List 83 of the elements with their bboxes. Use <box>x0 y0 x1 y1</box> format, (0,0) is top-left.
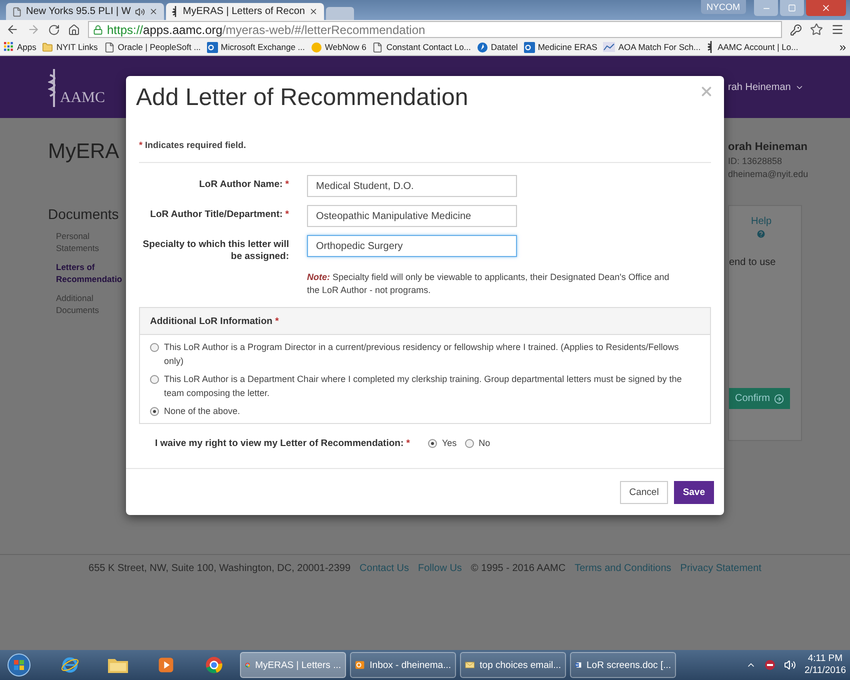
radio-option[interactable]: None of the above. <box>150 404 700 418</box>
key-icon[interactable] <box>790 24 802 36</box>
page-icon <box>104 42 115 52</box>
speaker-icon <box>134 6 145 16</box>
note-text: Note: Specialty field will only be viewable to applicants, their Designated Dean's Office and the LoR Author - not programs. <box>307 271 670 297</box>
radio-button[interactable] <box>150 407 159 416</box>
radio-option[interactable]: Yes <box>428 436 457 450</box>
chart-icon <box>603 42 616 52</box>
bookmark[interactable]: AAMC Account | Lo... <box>706 41 798 53</box>
bookmark[interactable]: WebNow 6 <box>310 42 366 52</box>
radio-button[interactable] <box>150 343 159 352</box>
cancel-button[interactable]: Cancel <box>620 481 668 504</box>
page-icon <box>372 42 384 52</box>
address-bar[interactable]: https://apps.aamc.org/myeras-web/#/letterRecommendation <box>88 21 782 38</box>
radio-option[interactable]: This LoR Author is a Program Director in a current/previous residency or fellowship where I trained. (Applies to Residents/Fellows only) <box>150 340 700 368</box>
page-title: MyERA <box>48 140 120 164</box>
bookmark[interactable]: Medicine ERAS <box>524 42 598 52</box>
apps-grid-icon <box>4 42 14 52</box>
caduceus-icon <box>172 6 179 17</box>
help-icon <box>756 229 766 239</box>
taskbar-window[interactable]: top choices email... <box>460 652 566 678</box>
folder-icon <box>42 42 54 52</box>
tray-status-icon[interactable] <box>764 659 776 671</box>
back-icon[interactable] <box>6 23 19 36</box>
circle-icon <box>310 42 322 52</box>
bookmark[interactable]: Constant Contact Lo... <box>372 42 471 52</box>
user-id: ID: 13628858 <box>728 156 784 166</box>
media-player-icon <box>157 656 175 674</box>
arrow-right-icon <box>774 394 784 404</box>
radio-button[interactable] <box>150 375 159 384</box>
user-email: dheinema@nyit.edu <box>728 169 810 179</box>
reload-icon[interactable] <box>48 24 60 36</box>
clock[interactable]: 4:11 PM 2/11/2016 <box>804 653 846 677</box>
panel-text: end to use <box>729 257 776 268</box>
field-label: LoR Author Name: * <box>198 178 289 192</box>
folder-icon <box>107 656 129 674</box>
browser-tab[interactable]: New Yorks 95.5 PLI | W <box>6 3 164 20</box>
waiver-label: I waive my right to view my Letter of Recommendation: * <box>155 438 410 448</box>
chrome-icon <box>205 656 223 674</box>
radio-option[interactable]: No <box>464 436 490 450</box>
home-icon[interactable] <box>68 24 80 36</box>
bookmark[interactable]: Apps <box>4 42 36 52</box>
browser-tab[interactable]: MyERAS | Letters of Recon <box>166 3 324 20</box>
nav-link[interactable]: Letters of Recommendatio <box>56 261 122 285</box>
close-icon[interactable] <box>308 7 318 16</box>
outlook-icon <box>206 42 218 52</box>
required-note: * Indicates required field. <box>139 140 711 163</box>
section-heading: Documents <box>48 206 120 222</box>
radio-button[interactable] <box>464 439 474 448</box>
user-name: orah Heineman <box>728 141 808 153</box>
volume-icon[interactable] <box>784 659 796 671</box>
bookmarks-overflow[interactable]: » <box>839 40 846 54</box>
bookmark[interactable]: NYIT Links <box>42 42 98 52</box>
save-button[interactable]: Save <box>674 481 714 504</box>
menu-icon[interactable] <box>831 23 844 36</box>
footer-text: 655 K Street, NW, Suite 100, Washington, DC, 20001-2399 <box>88 563 351 576</box>
star-icon[interactable] <box>810 23 823 36</box>
footer-text: © 1995 - 2016 AAMC <box>470 563 566 576</box>
bookmark[interactable]: Microsoft Exchange ... <box>206 42 305 52</box>
panel-title: Additional LoR Information * <box>150 316 279 326</box>
field-label: Specialty to which this letter will be assigned: <box>142 238 289 263</box>
page-icon <box>12 6 22 16</box>
bookmark[interactable]: Oracle | PeopleSoft ... <box>104 42 201 52</box>
radio-option[interactable]: This LoR Author is a Department Chair where I completed my clerkship training. Group departmental letters must be signed by the team composing the letter. <box>150 372 700 400</box>
bookmark[interactable]: AOA Match For Sch... <box>603 42 701 52</box>
radio-button[interactable] <box>428 439 437 448</box>
close-icon <box>821 3 831 13</box>
taskbar-window[interactable]: LoR screens.doc [... <box>570 652 676 678</box>
maximize-icon <box>788 4 796 12</box>
text-field[interactable]: Orthopedic Surgery <box>307 235 517 257</box>
user-menu[interactable]: rah Heineman <box>728 82 804 92</box>
close-button[interactable] <box>806 0 846 16</box>
taskbar-window[interactable]: Inbox - dheinema... <box>350 652 456 678</box>
bookmark[interactable]: Datatel <box>476 42 518 52</box>
lock-icon <box>93 24 103 34</box>
outlook-icon <box>524 42 535 52</box>
text-field[interactable]: Medical Student, D.O. <box>307 175 517 197</box>
field-label: LoR Author Title/Department: * <box>149 208 289 222</box>
ie-browser-icon <box>61 656 79 674</box>
close-icon[interactable] <box>148 7 158 16</box>
text-field[interactable]: Osteopathic Manipulative Medicine <box>307 205 517 227</box>
dialog-title: Add Letter of Recommendation <box>136 84 468 112</box>
aamc-logo[interactable]: AAMC <box>48 67 106 107</box>
